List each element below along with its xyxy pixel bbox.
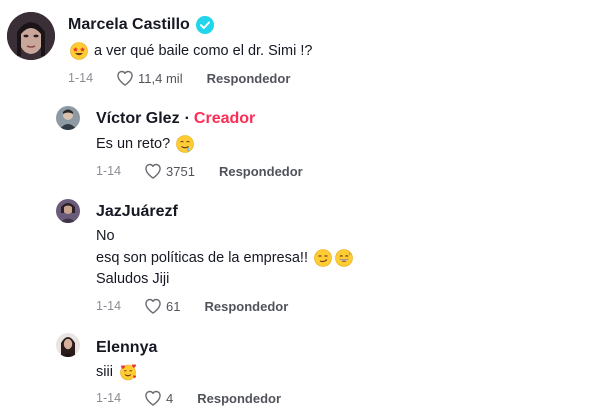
comment-meta: 1-14 3751 Respondedor: [96, 161, 303, 181]
heart-icon: [145, 298, 161, 314]
username-text[interactable]: JazJuárezf: [96, 203, 178, 221]
comment-line: No: [96, 228, 115, 244]
comment-meta: 1-14 4 Respondedor: [96, 388, 281, 408]
reply-button[interactable]: Respondedor: [205, 299, 289, 314]
separator-dot: ·: [184, 110, 190, 127]
comment-username[interactable]: Elennya: [96, 339, 157, 357]
reply-item: Elennya siii 1-14 4 Respondedor: [0, 330, 593, 418]
comment-text: siii: [96, 363, 137, 381]
reply-button[interactable]: Respondedor: [197, 391, 281, 406]
verified-badge-icon: [195, 16, 214, 34]
like-button[interactable]: 3751: [143, 161, 195, 181]
like-count: 3751: [166, 163, 195, 179]
username-text[interactable]: Elennya: [96, 339, 157, 357]
like-count: 11,4 mil: [138, 70, 183, 86]
username-text[interactable]: Marcela Castillo: [68, 16, 190, 34]
smirking-face-emoji-icon: [314, 249, 332, 267]
comment-line: siii: [96, 364, 113, 380]
comment-text: No: [96, 228, 115, 244]
drooling-face-emoji-icon: [176, 135, 194, 153]
avatar[interactable]: [56, 199, 80, 223]
avatar[interactable]: [56, 333, 80, 357]
like-button[interactable]: 4: [143, 388, 173, 408]
comment-text: Saludos Jiji: [96, 271, 169, 287]
comment-line: a ver qué baile como el dr. Simi !?: [94, 43, 313, 59]
comment-username[interactable]: Víctor Glez · Creador: [96, 110, 255, 128]
like-count: 61: [166, 298, 181, 314]
reply-item: Víctor Glez · Creador Es un reto? 1-14 3…: [0, 100, 593, 195]
reply-item: JazJuárezf No esq son políticas de la em…: [0, 195, 593, 330]
heart-icon: [117, 70, 133, 86]
comment-meta: 1-14 11,4 mil Respondedor: [68, 68, 290, 88]
reply-button[interactable]: Respondedor: [219, 164, 303, 179]
smiling-hearts-emoji-icon: [119, 363, 137, 381]
comment-text: Es un reto?: [96, 135, 194, 153]
username-text[interactable]: Víctor Glez: [96, 110, 180, 128]
comment-username[interactable]: Marcela Castillo: [68, 16, 214, 34]
heart-icon: [145, 390, 161, 406]
reply-button[interactable]: Respondedor: [207, 71, 291, 86]
like-button[interactable]: 61: [143, 296, 181, 316]
like-count: 4: [166, 390, 174, 406]
comment-line: Saludos Jiji: [96, 271, 170, 287]
comment-username[interactable]: JazJuárezf: [96, 203, 178, 221]
comment-date: 1-14: [96, 299, 122, 313]
comment-text: esq son políticas de la empresa!!: [96, 249, 353, 267]
heart-icon: [145, 163, 161, 179]
comment-item: Marcela Castillo a ver qué baile como el…: [0, 0, 593, 100]
comment-date: 1-14: [96, 391, 122, 405]
creator-badge: Creador: [193, 110, 256, 127]
comment-line: Es un reto?: [96, 136, 171, 152]
comment-date: 1-14: [68, 71, 94, 85]
comment-date: 1-14: [96, 164, 122, 178]
comment-text: a ver qué baile como el dr. Simi !?: [70, 42, 312, 60]
avatar[interactable]: [56, 106, 80, 130]
comment-meta: 1-14 61 Respondedor: [96, 296, 288, 316]
star-struck-emoji-icon: [70, 42, 88, 60]
like-button[interactable]: 11,4 mil: [115, 68, 183, 88]
comment-line: esq son políticas de la empresa!!: [96, 250, 308, 266]
grinning-sweat-emoji-icon: [335, 249, 353, 267]
avatar[interactable]: [7, 12, 55, 60]
